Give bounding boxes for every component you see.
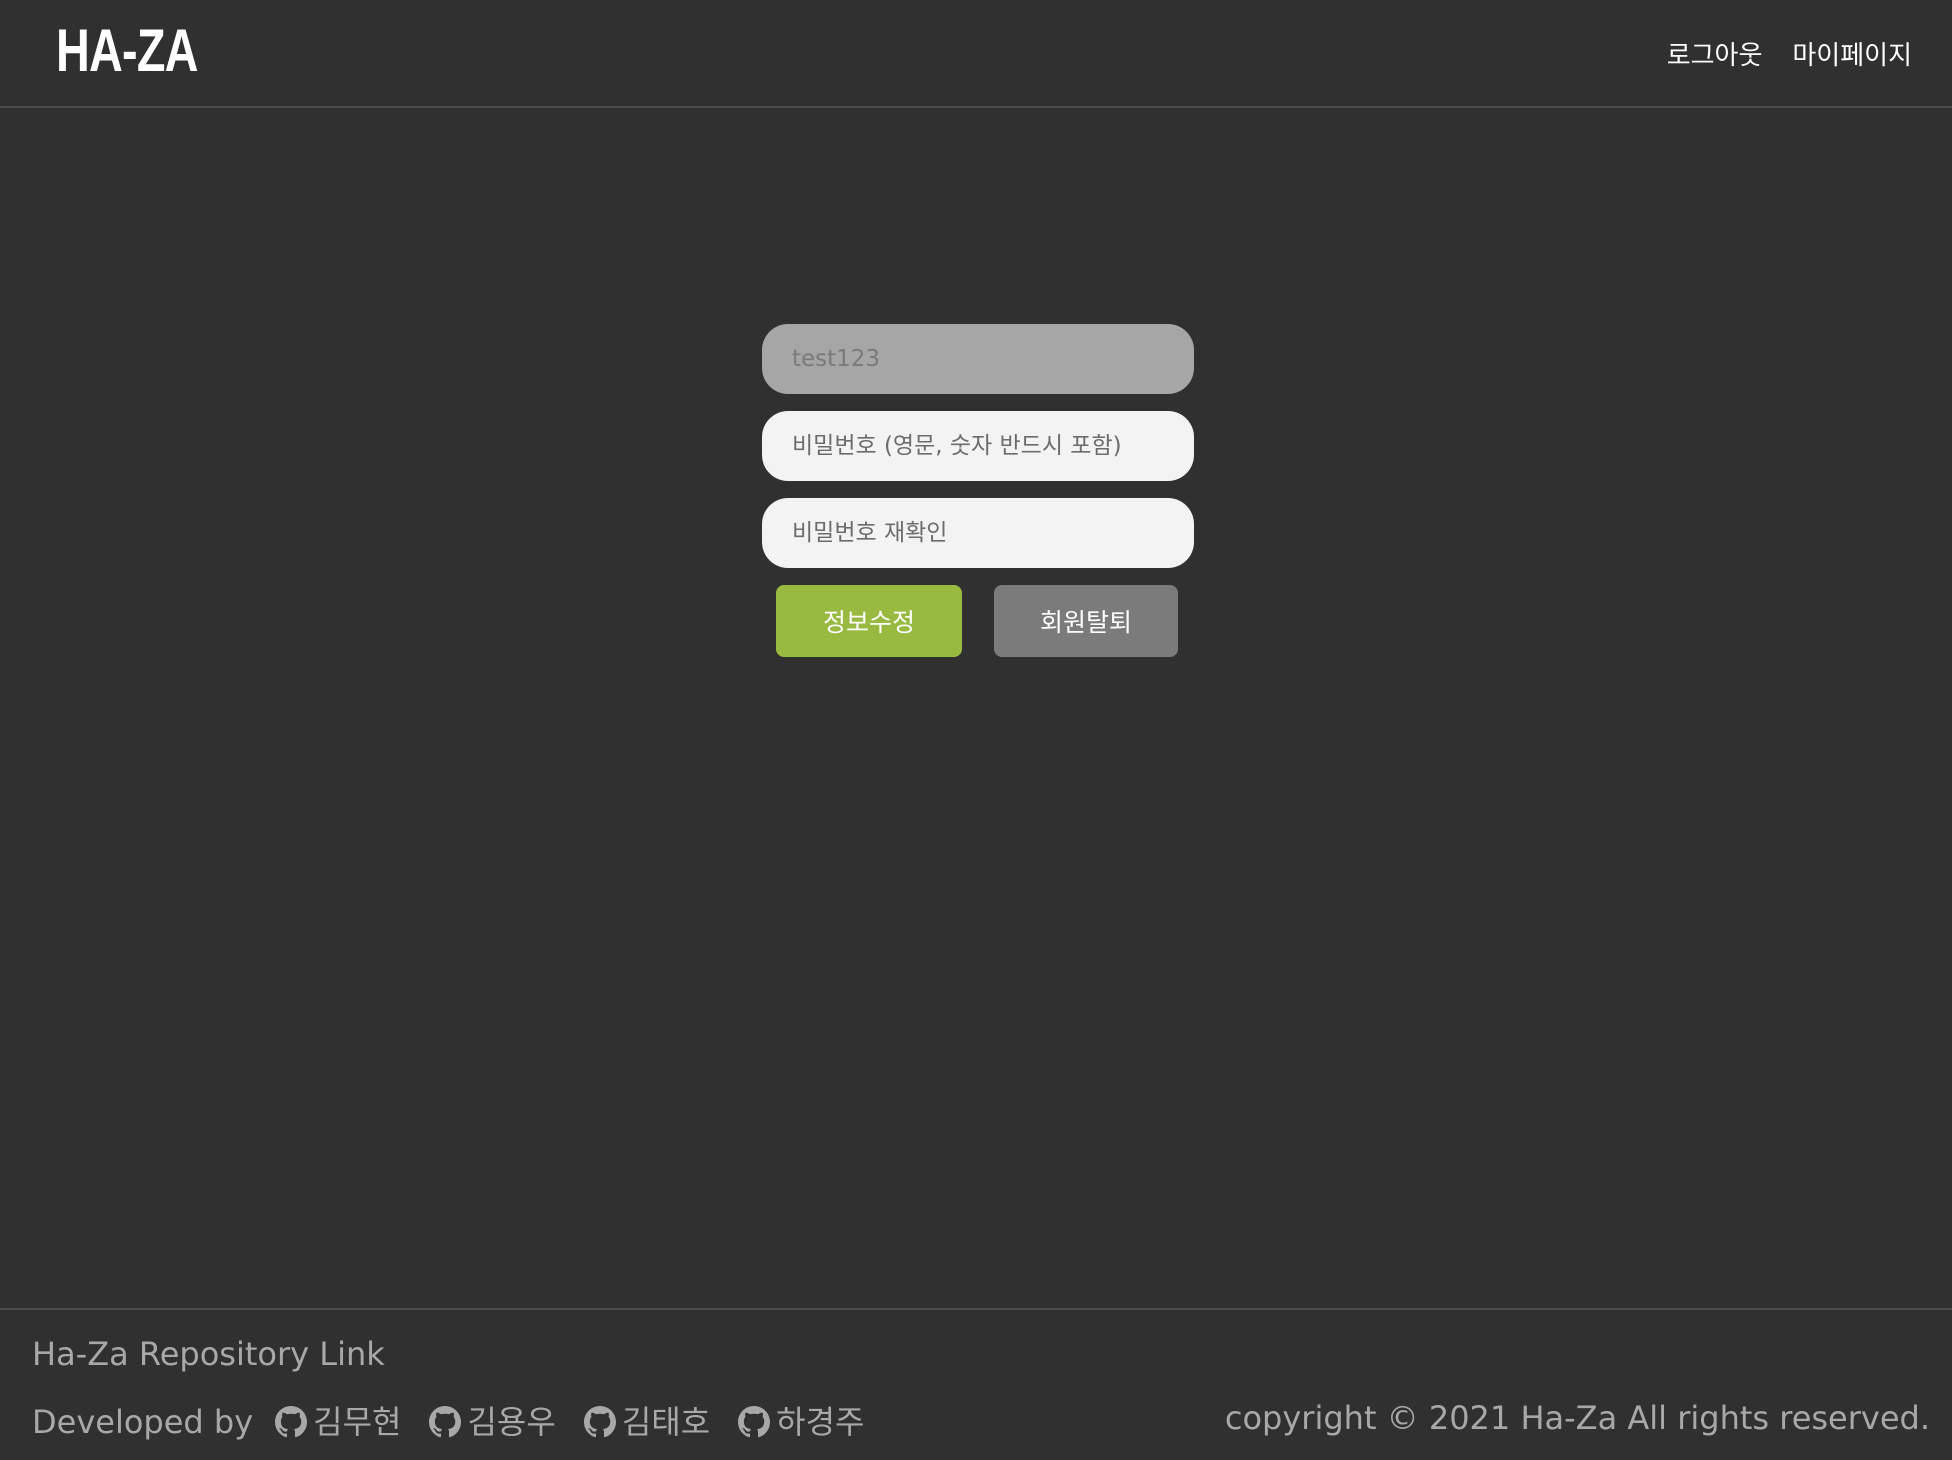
logout-link[interactable]: 로그아웃	[1667, 38, 1763, 74]
github-icon	[583, 1406, 616, 1438]
developer-link[interactable]: 김용우	[429, 1400, 556, 1444]
password-field[interactable]	[762, 411, 1194, 481]
form-actions: 정보수정 회원탈퇴	[762, 585, 1194, 657]
developer-link[interactable]: 하경주	[738, 1400, 864, 1444]
github-icon	[429, 1406, 462, 1438]
developer-link[interactable]: 김태호	[583, 1400, 711, 1444]
withdraw-button[interactable]: 회원탈퇴	[994, 585, 1178, 657]
developer-link[interactable]: 김무현	[275, 1400, 401, 1444]
developer-name: 하경주	[776, 1403, 865, 1441]
developed-by-label: Developed by	[32, 1403, 254, 1441]
github-icon	[738, 1406, 771, 1438]
developer-name: 김무현	[313, 1403, 402, 1441]
mypage-link[interactable]: 마이페이지	[1792, 38, 1912, 74]
copyright-text: copyright © 2021 Ha-Za All rights reserv…	[1224, 1399, 1930, 1437]
site-header: HA-ZA 로그아웃 마이페이지	[0, 0, 1952, 108]
github-icon	[275, 1406, 308, 1438]
header-nav: 로그아웃 마이페이지	[1667, 38, 1912, 74]
password-confirm-field[interactable]	[762, 498, 1194, 568]
site-logo[interactable]: HA-ZA	[56, 14, 198, 88]
edit-info-button[interactable]: 정보수정	[776, 585, 962, 657]
user-id-field[interactable]	[762, 324, 1194, 394]
developer-name: 김태호	[621, 1403, 711, 1441]
site-footer: Ha-Za Repository Link Developed by 김무현 김…	[0, 1308, 1952, 1460]
developer-credits: Developed by 김무현 김용우 김태호 하경주	[32, 1400, 892, 1444]
developer-name: 김용우	[467, 1403, 556, 1441]
repository-link[interactable]: Ha-Za Repository Link	[32, 1332, 385, 1376]
account-edit-form: 정보수정 회원탈퇴	[762, 324, 1194, 657]
